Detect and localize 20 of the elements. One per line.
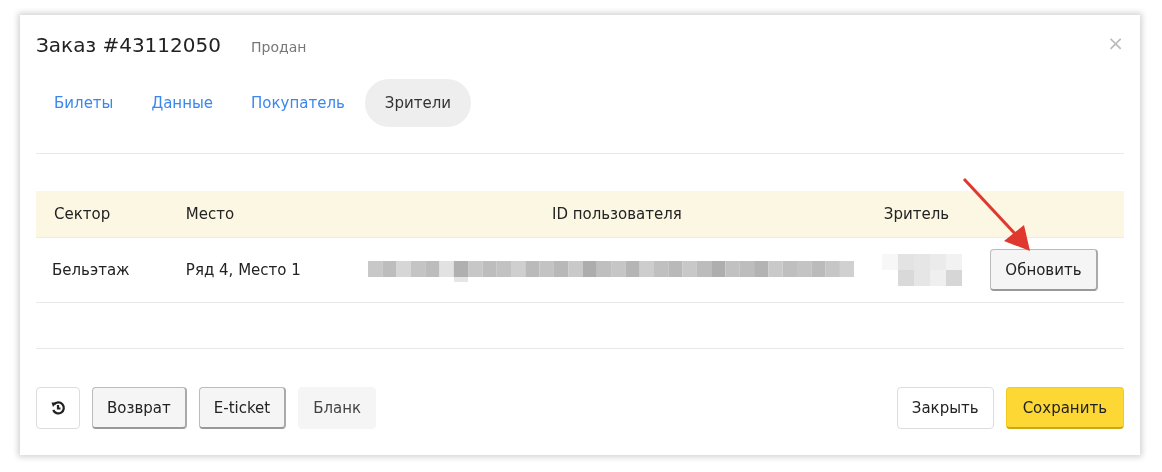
tab[interactable]: Данные: [133, 79, 232, 127]
order-status: Продан: [250, 39, 307, 55]
column-header: Место: [185, 205, 235, 223]
footer-button[interactable]: Бланк: [298, 387, 377, 429]
refresh-button[interactable]: Обновить: [990, 249, 1098, 291]
history-icon: [50, 400, 66, 416]
column-header: Зритель: [883, 205, 950, 223]
column-header: Сектор: [54, 205, 111, 223]
column-header: ID пользователя: [551, 205, 682, 223]
footer-button[interactable]: Возврат: [92, 387, 187, 429]
dialog-title: Заказ #43112050: [36, 33, 221, 57]
footer-button[interactable]: Закрыть: [896, 387, 994, 429]
history-button[interactable]: [36, 387, 80, 429]
save-button[interactable]: Сохранить: [1005, 387, 1124, 429]
table-cell: Бельэтаж: [52, 261, 130, 279]
footer-button[interactable]: E-ticket: [198, 387, 287, 429]
table-cell: Ряд 4, Место 1: [185, 261, 301, 279]
tab[interactable]: Билеты: [36, 79, 132, 127]
tab[interactable]: Покупатель: [233, 79, 363, 127]
tab[interactable]: Зрители: [364, 79, 472, 127]
